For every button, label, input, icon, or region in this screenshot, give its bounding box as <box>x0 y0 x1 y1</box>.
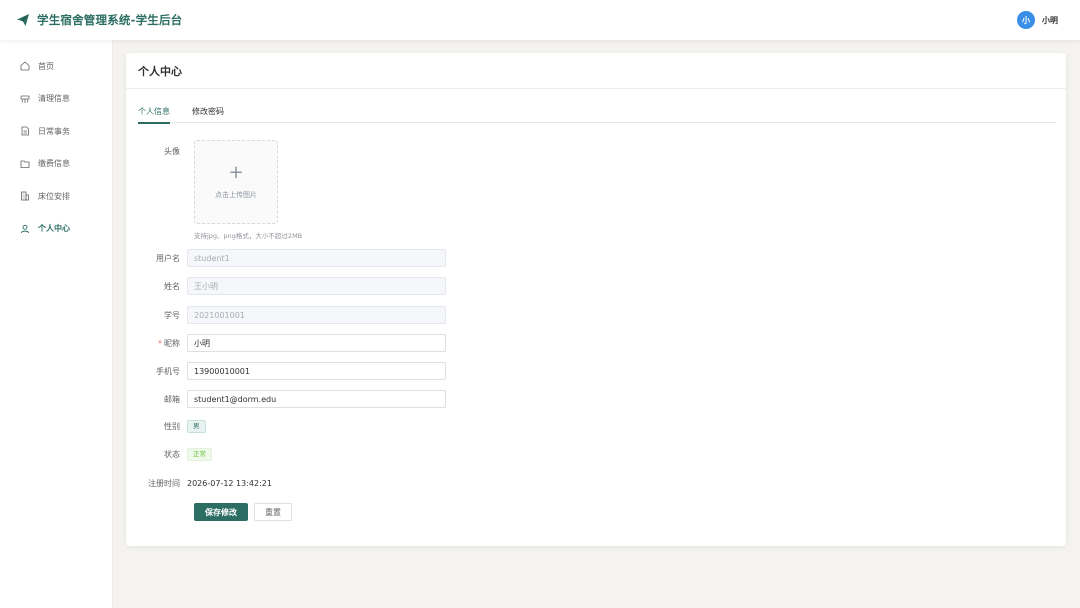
top-bar: 学生宿舍管理系统-学生后台 小 小明 <box>0 0 1080 40</box>
upload-text: 点击上传图片 <box>215 191 257 199</box>
save-button[interactable]: 保存修改 <box>194 503 248 521</box>
username-label: 用户名 <box>156 253 180 263</box>
upload-hint: 支持jpg、png格式，大小不超过2MB <box>194 232 303 240</box>
nickname-input[interactable] <box>187 334 446 352</box>
name-row: 姓名 <box>126 277 446 295</box>
register-time-value: 2026-07-12 13:42:21 <box>187 479 272 488</box>
user-name[interactable]: 小明 <box>1042 15 1058 26</box>
card-header: 个人中心 <box>126 53 1066 89</box>
email-label: 邮箱 <box>164 394 180 404</box>
gender-tag: 男 <box>187 420 206 433</box>
personal-center-card: 个人中心 个人信息 修改密码 头像 + 点击上传图片 支持jpg、png格式，大… <box>126 53 1066 546</box>
broom-icon <box>20 94 30 104</box>
username-row: 用户名 <box>126 249 446 267</box>
sidebar-item-payment[interactable]: 缴费信息 <box>0 148 112 181</box>
username-input <box>187 249 446 267</box>
avatar-label: 头像 <box>164 147 180 156</box>
gender-row: 性别 男 <box>126 420 206 433</box>
sidebar: 首页 清理信息 日常事务 缴费信息 床位安排 个人中心 <box>0 40 113 608</box>
avatar-upload[interactable]: + 点击上传图片 <box>194 140 278 224</box>
student-no-label: 学号 <box>164 310 180 320</box>
status-row: 状态 正常 <box>126 448 212 461</box>
home-icon <box>20 61 30 71</box>
sidebar-item-label: 缴费信息 <box>38 159 70 169</box>
name-label: 姓名 <box>164 281 180 291</box>
user-icon <box>20 224 30 234</box>
required-mark: * <box>158 338 162 348</box>
app-title: 学生宿舍管理系统-学生后台 <box>37 13 183 27</box>
register-time-row: 注册时间 2026-07-12 13:42:21 <box>126 478 272 489</box>
nickname-label: * 昵称 <box>126 338 187 349</box>
sidebar-item-cleaning[interactable]: 清理信息 <box>0 83 112 116</box>
reset-button[interactable]: 重置 <box>254 503 292 521</box>
plus-icon: + <box>228 162 244 183</box>
phone-row: 手机号 <box>126 362 446 380</box>
phone-label: 手机号 <box>156 366 180 376</box>
sidebar-item-personal-center[interactable]: 个人中心 <box>0 213 112 246</box>
form-actions: 保存修改 重置 <box>194 503 292 521</box>
student-no-input <box>187 306 446 324</box>
phone-input[interactable] <box>187 362 446 380</box>
gender-label: 性别 <box>164 422 180 431</box>
user-menu[interactable]: 小 小明 <box>1017 11 1058 29</box>
email-input[interactable] <box>187 390 446 408</box>
tabs: 个人信息 修改密码 <box>138 103 1056 124</box>
email-row: 邮箱 <box>126 390 446 408</box>
nickname-row: * 昵称 <box>126 334 446 352</box>
avatar[interactable]: 小 <box>1017 11 1035 29</box>
register-time-label: 注册时间 <box>148 479 180 488</box>
sidebar-item-label: 清理信息 <box>38 94 70 104</box>
sidebar-item-label: 个人中心 <box>38 224 70 234</box>
sidebar-item-label: 首页 <box>38 61 54 71</box>
status-badge: 正常 <box>187 448 212 461</box>
page-title: 个人中心 <box>138 64 182 78</box>
sidebar-item-label: 床位安排 <box>38 191 70 201</box>
student-no-row: 学号 <box>126 306 446 324</box>
document-icon <box>20 126 30 136</box>
paper-plane-icon <box>16 13 30 27</box>
building-icon <box>20 191 30 201</box>
sidebar-item-label: 日常事务 <box>38 126 70 136</box>
status-label: 状态 <box>164 450 180 459</box>
nickname-label-text: 昵称 <box>164 338 180 348</box>
sidebar-item-home[interactable]: 首页 <box>0 50 112 83</box>
tab-personal-info[interactable]: 个人信息 <box>138 103 170 124</box>
folder-icon <box>20 159 30 169</box>
brand[interactable]: 学生宿舍管理系统-学生后台 <box>16 12 182 28</box>
tab-change-password[interactable]: 修改密码 <box>192 103 224 123</box>
name-input <box>187 277 446 295</box>
sidebar-item-daily-affairs[interactable]: 日常事务 <box>0 115 112 148</box>
sidebar-item-bed-arrangement[interactable]: 床位安排 <box>0 180 112 213</box>
